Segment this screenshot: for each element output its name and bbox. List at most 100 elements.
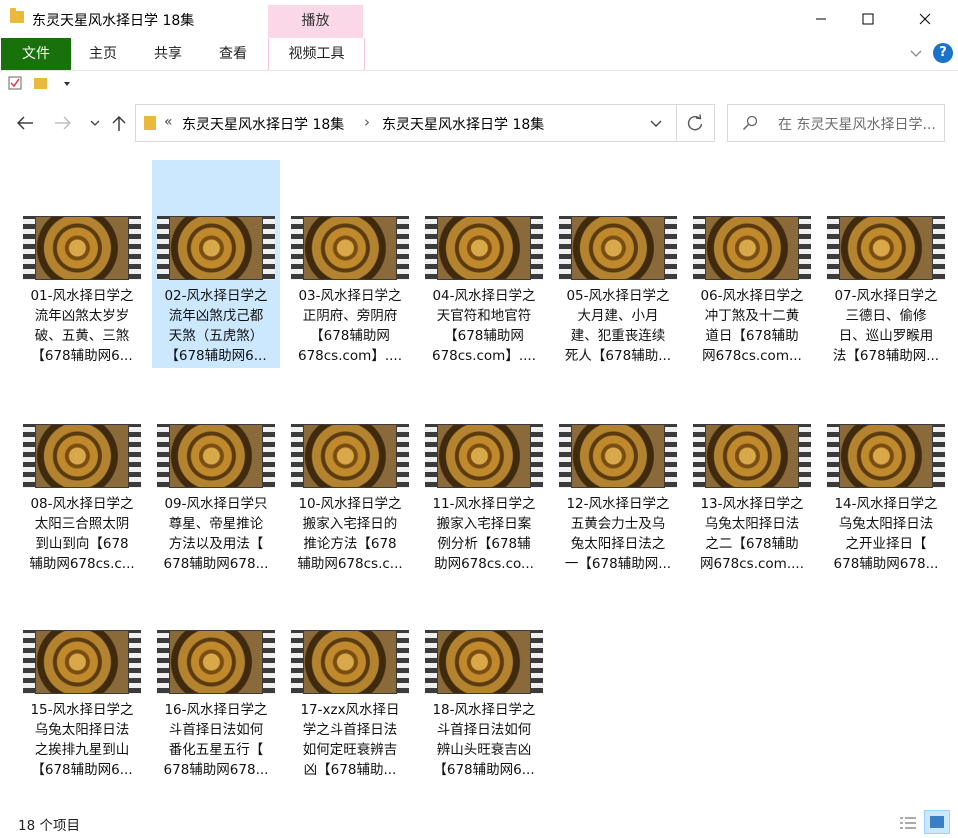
file-name: 16-风水择日学之 斗首择日法如何 番化五星五行【 678辅助网678...	[163, 702, 269, 778]
new-folder-icon[interactable]	[34, 78, 47, 89]
quick-access-toolbar	[0, 70, 958, 98]
video-thumbnail-icon	[23, 630, 141, 694]
file-item[interactable]: 18-风水择日学之 斗首择日法如何 辨山头旺衰吉凶 【678辅助网6...	[420, 574, 548, 782]
arrow-up-icon	[112, 116, 126, 131]
video-thumbnail-icon	[157, 630, 275, 694]
refresh-icon	[687, 114, 703, 131]
customize-toolbar-icon[interactable]	[63, 80, 71, 88]
file-name: 07-风水择日学之 三德日、偷修 日、巡山罗睺用 法【678辅助网...	[832, 288, 940, 364]
back-button[interactable]	[14, 112, 36, 134]
file-name: 17-xzx风水择日 学之斗首择日法 如何定旺衰辨吉 凶【678辅助...	[300, 702, 400, 778]
video-thumbnail-icon	[827, 424, 945, 488]
overflow-chevron[interactable]: «	[164, 114, 173, 130]
file-item[interactable]: 11-风水择日学之 搬家入宅择日案 例分析【678辅 助网678cs.co...	[420, 368, 548, 576]
maximize-icon	[862, 13, 874, 25]
file-item[interactable]: 13-风水择日学之 乌兔太阳择日法 之二【678辅助 网678cs.com...…	[688, 368, 816, 576]
maximize-button[interactable]	[845, 0, 891, 38]
search-box[interactable]: 在 东灵天星风水择日学...	[727, 104, 945, 142]
close-button[interactable]	[902, 0, 948, 38]
search-placeholder: 在 东灵天星风水择日学...	[778, 117, 936, 133]
file-name: 18-风水择日学之 斗首择日法如何 辨山头旺衰吉凶 【678辅助网6...	[432, 702, 536, 778]
file-item[interactable]: 06-风水择日学之 冲丁煞及十二黄 道日【678辅助 网678cs.com...	[688, 160, 816, 368]
file-item[interactable]: 02-风水择日学之 流年凶煞戊己都 天煞（五虎煞） 【678辅助网6...	[152, 160, 280, 368]
file-name: 06-风水择日学之 冲丁煞及十二黄 道日【678辅助 网678cs.com...	[700, 288, 804, 364]
tab-video-tools[interactable]: 视频工具	[268, 38, 365, 70]
status-bar: 18 个项目	[0, 810, 958, 838]
video-thumbnail-icon	[157, 216, 275, 280]
video-thumbnail-icon	[291, 424, 409, 488]
file-item[interactable]: 09-风水择日学只 尊星、帝星推论 方法以及用法【 678辅助网678...	[152, 368, 280, 576]
file-item[interactable]: 17-xzx风水择日 学之斗首择日法 如何定旺衰辨吉 凶【678辅助...	[286, 574, 414, 782]
file-name: 12-风水择日学之 五黄会力士及乌 兔太阳择日法之 一【678辅助网...	[564, 496, 672, 572]
file-item[interactable]: 16-风水择日学之 斗首择日法如何 番化五星五行【 678辅助网678...	[152, 574, 280, 782]
file-name: 15-风水择日学之 乌兔太阳择日法 之挨排九星到山 【678辅助网6...	[30, 702, 134, 778]
file-item[interactable]: 14-风水择日学之 乌兔太阳择日法 之开业择日【 678辅助网678...	[822, 368, 950, 576]
address-bar[interactable]: « 东灵天星风水择日学 18集 › 东灵天星风水择日学 18集	[135, 104, 677, 142]
expand-ribbon-icon[interactable]	[910, 49, 922, 59]
file-name: 09-风水择日学只 尊星、帝星推论 方法以及用法【 678辅助网678...	[163, 496, 269, 572]
file-item[interactable]: 01-风水择日学之 流年凶煞太岁岁 破、五黄、三煞 【678辅助网6...	[18, 160, 146, 368]
file-item[interactable]: 12-风水择日学之 五黄会力士及乌 兔太阳择日法之 一【678辅助网...	[554, 368, 682, 576]
ribbon-tabs: 文件 主页 共享 查看 视频工具 ?	[0, 38, 958, 71]
video-thumbnail-icon	[693, 424, 811, 488]
minimize-button[interactable]	[798, 0, 844, 38]
folder-icon	[144, 116, 156, 130]
video-thumbnail-icon	[23, 216, 141, 280]
tab-file[interactable]: 文件	[1, 38, 71, 70]
large-icons-view-icon	[930, 816, 944, 828]
file-name: 03-风水择日学之 正阴府、旁阴府 【678辅助网 678cs.com】....	[297, 288, 402, 364]
video-thumbnail-icon	[559, 216, 677, 280]
file-item[interactable]: 10-风水择日学之 搬家入宅择日的 推论方法【678 辅助网678cs.c...	[286, 368, 414, 576]
breadcrumb-item-2[interactable]: 东灵天星风水择日学 18集	[382, 114, 544, 134]
refresh-button[interactable]	[676, 104, 715, 142]
close-icon	[919, 13, 931, 25]
details-view-icon[interactable]	[898, 814, 918, 832]
tab-view[interactable]: 查看	[208, 38, 258, 70]
video-thumbnail-icon	[157, 424, 275, 488]
file-name: 04-风水择日学之 天官符和地官符 【678辅助网 678cs.com】....	[431, 288, 536, 364]
file-name: 11-风水择日学之 搬家入宅择日案 例分析【678辅 助网678cs.co...	[432, 496, 536, 572]
tab-share[interactable]: 共享	[143, 38, 193, 70]
file-item[interactable]: 15-风水择日学之 乌兔太阳择日法 之挨排九星到山 【678辅助网6...	[18, 574, 146, 782]
file-item[interactable]: 04-风水择日学之 天官符和地官符 【678辅助网 678cs.com】....	[420, 160, 548, 368]
video-thumbnail-icon	[693, 216, 811, 280]
up-button[interactable]	[108, 112, 130, 134]
video-thumbnail-icon	[425, 630, 543, 694]
file-item[interactable]: 08-风水择日学之 太阳三合照太阴 到山到向【678 辅助网678cs.c...	[18, 368, 146, 576]
file-name: 08-风水择日学之 太阳三合照太阴 到山到向【678 辅助网678cs.c...	[29, 496, 135, 572]
video-thumbnail-icon	[23, 424, 141, 488]
arrow-left-icon	[17, 116, 33, 130]
file-name: 13-风水择日学之 乌兔太阳择日法 之二【678辅助 网678cs.com...…	[699, 496, 804, 572]
window-title: 东灵天星风水择日学 18集	[32, 13, 195, 29]
breadcrumb-separator[interactable]: ›	[364, 113, 370, 131]
context-tab-play[interactable]: 播放	[268, 5, 363, 38]
arrow-right-icon	[55, 116, 71, 130]
help-icon[interactable]: ?	[933, 43, 953, 63]
folder-icon	[10, 8, 24, 23]
chevron-down-icon	[90, 120, 100, 126]
file-name: 05-风水择日学之 大月建、小月 建、犯重丧连续 死人【678辅助...	[564, 288, 672, 364]
breadcrumb-item-1[interactable]: 东灵天星风水择日学 18集	[182, 114, 344, 134]
search-icon	[742, 115, 758, 131]
minimize-icon	[816, 18, 826, 20]
video-thumbnail-icon	[291, 216, 409, 280]
file-item[interactable]: 07-风水择日学之 三德日、偷修 日、巡山罗睺用 法【678辅助网...	[822, 160, 950, 368]
file-name: 01-风水择日学之 流年凶煞太岁岁 破、五黄、三煞 【678辅助网6...	[30, 288, 134, 364]
file-name: 10-风水择日学之 搬家入宅择日的 推论方法【678 辅助网678cs.c...	[297, 496, 403, 572]
tab-home[interactable]: 主页	[78, 38, 128, 70]
forward-button[interactable]	[52, 112, 74, 134]
file-item[interactable]: 03-风水择日学之 正阴府、旁阴府 【678辅助网 678cs.com】....	[286, 160, 414, 368]
file-item[interactable]: 05-风水择日学之 大月建、小月 建、犯重丧连续 死人【678辅助...	[554, 160, 682, 368]
video-thumbnail-icon	[425, 424, 543, 488]
video-thumbnail-icon	[559, 424, 677, 488]
recent-locations-button[interactable]	[84, 112, 106, 134]
title-bar: 东灵天星风水择日学 18集 播放	[0, 0, 958, 38]
properties-icon[interactable]	[8, 76, 22, 90]
video-thumbnail-icon	[291, 630, 409, 694]
video-thumbnail-icon	[425, 216, 543, 280]
item-count: 18 个项目	[18, 818, 80, 834]
video-thumbnail-icon	[827, 216, 945, 280]
file-name: 14-风水择日学之 乌兔太阳择日法 之开业择日【 678辅助网678...	[833, 496, 939, 572]
address-dropdown-icon[interactable]	[650, 119, 662, 128]
large-icons-view-button[interactable]	[924, 810, 950, 834]
